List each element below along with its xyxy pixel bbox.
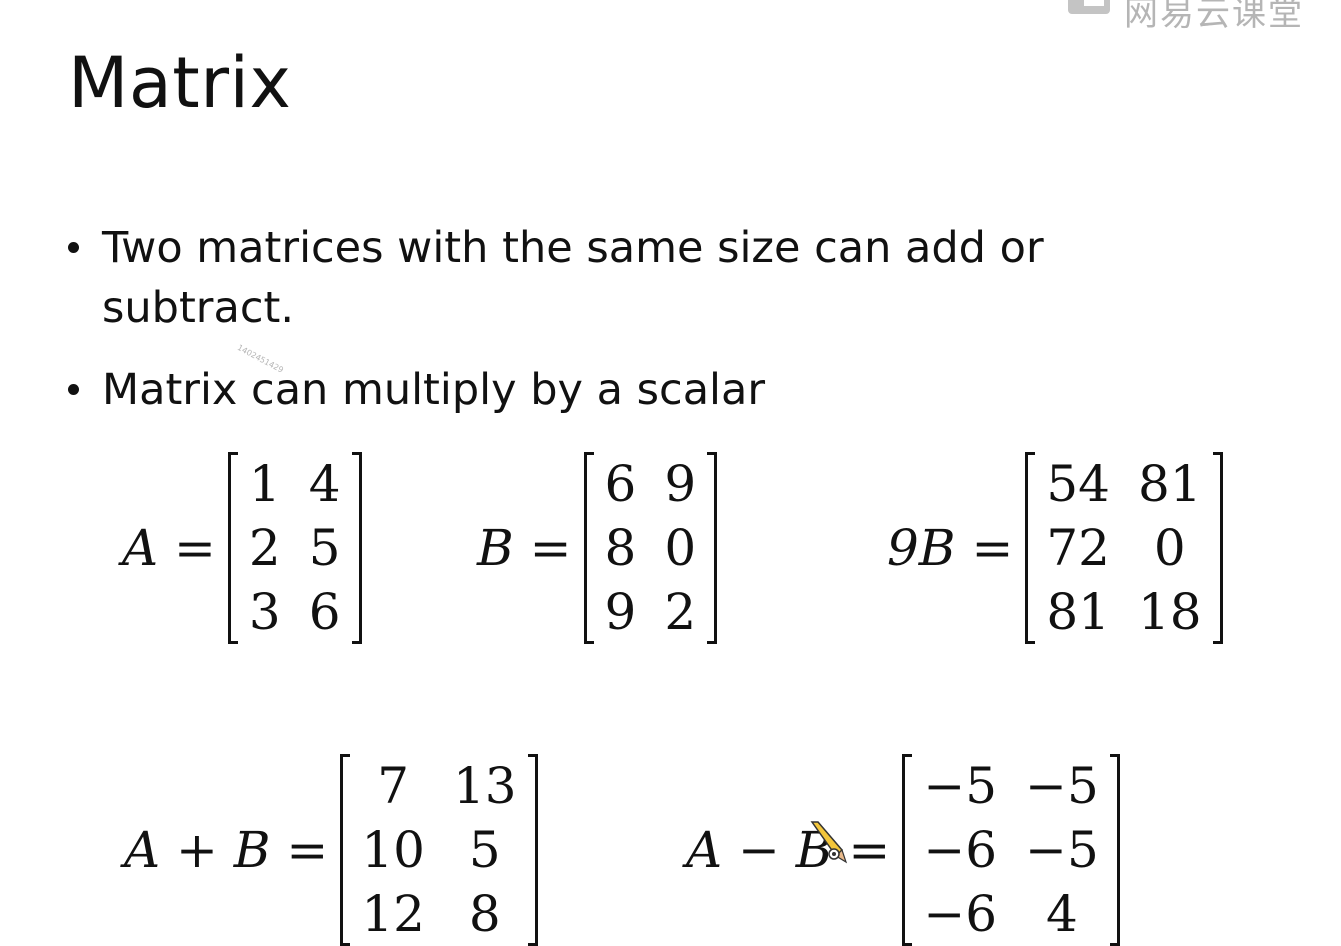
pencil-cursor-icon: [810, 821, 848, 864]
equation-scalar-product: 9B = 54 81 72 0 81 18: [887, 452, 1223, 644]
matrix-cell: 3: [248, 583, 281, 641]
bullet-text: Two matrices with the same size can add …: [102, 223, 1044, 333]
bullet-item: Two matrices with the same size can add …: [60, 218, 1160, 338]
matrix-cell: 81: [1046, 583, 1110, 641]
matrix-cell: 18: [1137, 583, 1202, 641]
matrix-cell: 4: [308, 455, 341, 513]
matrix-cell: 0: [664, 519, 697, 577]
equation-lhs: 9B =: [887, 519, 1014, 577]
equation-lhs: A + B =: [124, 821, 329, 879]
equation-matrix-difference: A − B = −5 −5 −6 −5 −6 4: [686, 754, 1121, 946]
matrix: 698092: [583, 452, 718, 644]
watermark: 网易云课堂: [1066, 0, 1304, 35]
matrix-cell: 12: [361, 885, 425, 943]
bullet-dot-icon: [68, 242, 79, 253]
matrix-cell: 8: [468, 885, 501, 943]
matrix-cell: −6: [923, 821, 998, 879]
matrix-cell: 9: [664, 455, 697, 513]
matrix-cell: 7: [377, 757, 410, 815]
matrix-cell: 9: [604, 583, 637, 641]
matrix: 54 81 72 0 81 18: [1025, 452, 1223, 644]
matrix-cell: 5: [468, 821, 501, 879]
matrix-cell: 6: [308, 583, 341, 641]
matrix-cell: 13: [452, 757, 517, 815]
matrix-cell: −5: [923, 757, 998, 815]
watermark-text: 网易云课堂: [1124, 0, 1304, 34]
matrix-cell: 72: [1046, 519, 1110, 577]
matrix-cell: 2: [248, 519, 281, 577]
equation-matrix-a: A = 142536: [122, 452, 362, 644]
video-player-icon: [1068, 0, 1110, 14]
matrix-cell: −5: [1025, 821, 1099, 879]
equation-lhs: B =: [477, 519, 572, 577]
matrix-cell: 81: [1137, 455, 1202, 513]
matrix-cell: 8: [604, 519, 637, 577]
equation-matrix-b: B = 698092: [477, 452, 718, 644]
bullet-list: Two matrices with the same size can add …: [60, 218, 1160, 442]
matrix-cell: 1: [248, 455, 281, 513]
equation-lhs: A =: [122, 519, 216, 577]
equation-lhs: A − B =: [686, 821, 891, 879]
bullet-dot-icon: [68, 384, 79, 395]
matrix-cell: 0: [1153, 519, 1186, 577]
matrix-cell: −5: [1025, 757, 1099, 815]
matrix-cell: 54: [1046, 455, 1110, 513]
matrix: 7 13 10 5 12 8: [340, 754, 538, 946]
matrix-cell: −6: [923, 885, 998, 943]
matrix-cell: 6: [604, 455, 637, 513]
matrix: −5 −5 −6 −5 −6 4: [902, 754, 1121, 946]
bullet-item: Matrix can multiply by a scalar: [60, 360, 1160, 420]
matrix-cell: 5: [308, 519, 341, 577]
slide-title: Matrix: [68, 42, 292, 124]
matrix-cell: 4: [1046, 885, 1078, 943]
bullet-text: Matrix can multiply by a scalar: [102, 365, 766, 415]
matrix-cell: 10: [361, 821, 425, 879]
matrix-cell: 2: [664, 583, 697, 641]
matrix: 142536: [227, 452, 362, 644]
equation-matrix-sum: A + B = 7 13 10 5 12 8: [124, 754, 538, 946]
